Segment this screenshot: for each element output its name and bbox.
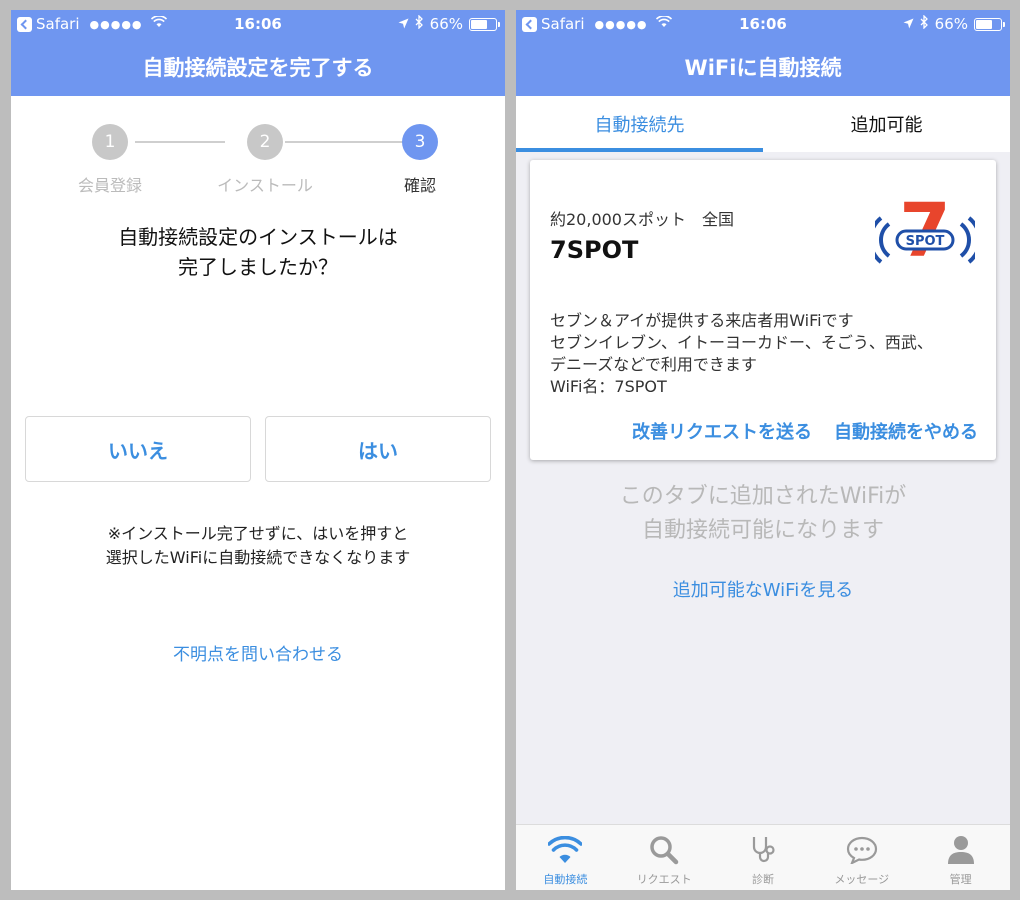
- tabbar-item-request[interactable]: リクエスト: [615, 825, 714, 890]
- desc-line: WiFi名：7SPOT: [550, 377, 667, 396]
- bluetooth-icon: [415, 14, 424, 33]
- send-improvement-request-button[interactable]: 改善リクエストを送る: [632, 418, 812, 444]
- search-icon: [647, 833, 681, 867]
- info-line-1: このタブに追加されたWiFiが: [619, 484, 907, 509]
- nav-title: WiFiに自動接続: [516, 38, 1010, 96]
- location-arrow-icon: [903, 15, 914, 33]
- tab-info-message: このタブに追加されたWiFiが 自動接続可能になります: [516, 480, 1010, 548]
- step-2-label: インストール: [217, 176, 313, 195]
- tabbar-label: メッセージ: [834, 873, 890, 886]
- tab-auto-connect[interactable]: 自動接続先: [516, 96, 763, 152]
- desc-line: デニーズなどで利用できます: [550, 355, 757, 374]
- tabbar-label: 自動接続: [543, 873, 588, 886]
- tab-addable[interactable]: 追加可能: [763, 96, 1010, 152]
- tabbar-label: リクエスト: [636, 873, 692, 886]
- card-actions: 改善リクエストを送る 自動接続をやめる: [632, 418, 978, 444]
- location-arrow-icon: [398, 15, 409, 33]
- question-line-2: 完了しましたか？: [178, 255, 338, 279]
- battery-icon: [469, 17, 500, 31]
- nav-title: 自動接続設定を完了する: [11, 38, 505, 96]
- stethoscope-icon: [746, 833, 780, 867]
- tabbar-item-auto-connect[interactable]: 自動接続: [516, 825, 615, 890]
- battery-icon: [974, 17, 1005, 31]
- spot-name: 7SPOT: [550, 236, 639, 264]
- step-1-circle: 1: [92, 124, 128, 160]
- desc-line: セブン＆アイが提供する来店者用WiFiです: [550, 311, 854, 330]
- step-3-circle: 3: [402, 124, 438, 160]
- svg-text:SPOT: SPOT: [906, 234, 945, 249]
- bluetooth-icon: [920, 14, 929, 33]
- status-bar: Safari ●●●●● 16:06 66%: [516, 10, 1010, 38]
- spot-description: セブン＆アイが提供する来店者用WiFiです セブンイレブン、イトーヨーカドー、そ…: [550, 310, 933, 398]
- tabbar-label: 診断: [751, 873, 774, 886]
- stop-auto-connect-button[interactable]: 自動接続をやめる: [834, 418, 978, 444]
- no-button[interactable]: いいえ: [25, 416, 251, 482]
- note-line-2: 選択したWiFiに自動接続できなくなります: [105, 548, 411, 567]
- person-icon: [944, 833, 978, 867]
- chat-bubble-icon: [845, 833, 879, 867]
- step-2-circle: 2: [247, 124, 283, 160]
- view-addable-wifi-link[interactable]: 追加可能なWiFiを見る: [516, 576, 1010, 602]
- wifi-icon: [548, 833, 583, 867]
- note-line-1: ※インストール完了せずに、はいを押すと: [107, 524, 409, 543]
- step-connector: [135, 141, 225, 143]
- step-3-label: 確認: [403, 176, 436, 195]
- step-connector: [285, 141, 403, 143]
- warning-note: ※インストール完了せずに、はいを押すと 選択したWiFiに自動接続できなくなりま…: [11, 522, 505, 570]
- yes-button[interactable]: はい: [265, 416, 491, 482]
- status-right: 66%: [903, 14, 1005, 33]
- status-right: 66%: [398, 14, 500, 33]
- tabbar-item-diagnosis[interactable]: 診断: [714, 825, 813, 890]
- status-bar: Safari ●●●●● 16:06 66%: [11, 10, 505, 38]
- desc-line: セブンイレブン、イトーヨーカドー、そごう、西武、: [550, 333, 933, 352]
- wifi-spot-card[interactable]: 約20,000スポット 全国 7SPOT 7 SPOT セブン＆アイが提供する来…: [530, 160, 996, 460]
- battery-percent: 66%: [429, 15, 463, 33]
- contact-link[interactable]: 不明点を問い合わせる: [11, 640, 505, 665]
- step-1-label: 会員登録: [77, 176, 142, 195]
- tabbar-label: 管理: [949, 873, 972, 886]
- 7spot-logo: 7 SPOT: [868, 188, 982, 278]
- info-line-2: 自動接続可能になります: [641, 518, 884, 543]
- tabbar-item-manage[interactable]: 管理: [911, 825, 1010, 890]
- bottom-tab-bar: 自動接続 リクエスト 診断 メッセージ 管理: [516, 824, 1010, 890]
- progress-stepper: 1 2 3 会員登録 インストール 確認: [11, 122, 505, 195]
- tabbar-item-message[interactable]: メッセージ: [812, 825, 911, 890]
- auto-connect-screen: Safari ●●●●● 16:06 66% WiFiに自動接続 自動接続先 追…: [516, 10, 1010, 890]
- install-confirm-screen: Safari ●●●●● 16:06 66% 自動接続設定を完了する 1 2 3…: [11, 10, 505, 890]
- confirm-question: 自動接続設定のインストールは 完了しましたか？: [11, 222, 505, 282]
- spot-count: 約20,000スポット 全国: [550, 210, 734, 229]
- segment-tabs: 自動接続先 追加可能: [516, 96, 1010, 152]
- battery-percent: 66%: [934, 15, 968, 33]
- question-line-1: 自動接続設定のインストールは: [118, 225, 398, 249]
